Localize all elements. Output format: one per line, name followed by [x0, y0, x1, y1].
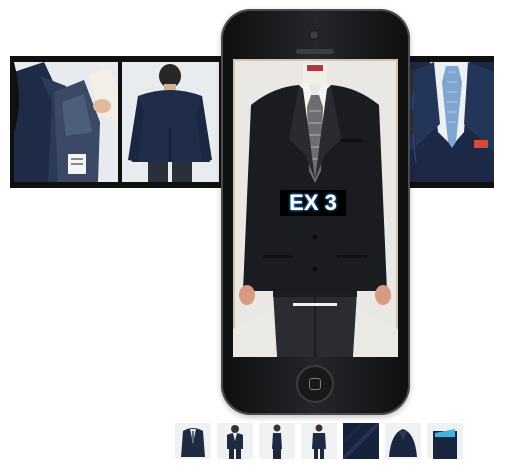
shirt-tie-closeup-icon[interactable]	[410, 62, 494, 182]
camera-icon	[310, 31, 318, 39]
suit-side-2-thumb-icon[interactable]	[301, 423, 337, 459]
jacket-lining-icon[interactable]	[14, 62, 118, 182]
pocket-square-thumb-icon[interactable]	[427, 423, 463, 459]
volume-button	[410, 69, 413, 95]
jacket-back-icon[interactable]	[122, 62, 219, 182]
suit-side-thumb-icon[interactable]	[259, 423, 295, 459]
fabric-swatch-thumb-icon[interactable]	[343, 423, 379, 459]
product-label: EX 3	[280, 190, 346, 216]
suit-mannequin-thumb-icon[interactable]	[217, 423, 253, 459]
product-viewer: EX 3	[0, 0, 506, 476]
thumbnail-strip	[175, 423, 465, 459]
jacket-folded-thumb-icon[interactable]	[385, 423, 421, 459]
suit-front-thumb-icon[interactable]	[175, 423, 211, 459]
home-button	[298, 367, 332, 401]
volume-button-2	[410, 109, 413, 135]
speaker-grille	[296, 49, 334, 54]
